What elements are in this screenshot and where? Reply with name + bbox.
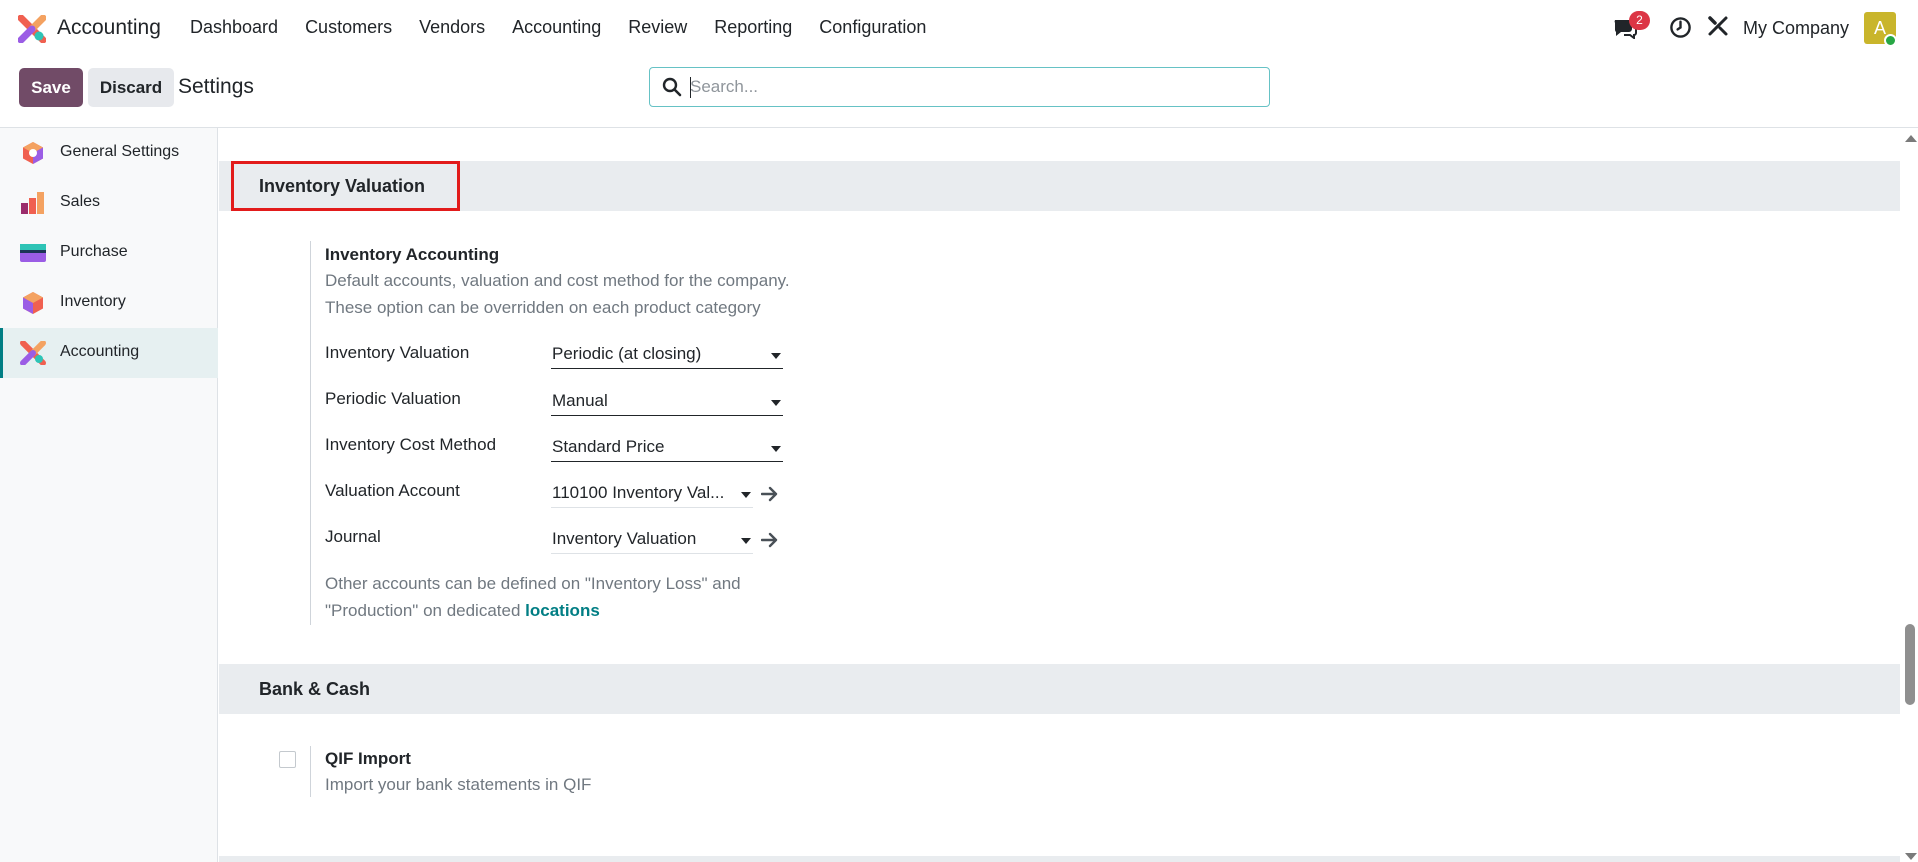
description-line: Default accounts, valuation and cost met… (325, 271, 790, 290)
clock-icon[interactable] (1669, 16, 1692, 39)
search-box[interactable] (649, 67, 1270, 107)
save-button[interactable]: Save (19, 68, 83, 107)
field-label-journal: Journal (325, 527, 381, 546)
chevron-down-icon (741, 538, 751, 544)
menu-dashboard[interactable]: Dashboard (190, 17, 278, 38)
description-line: Import your bank statements in QIF (325, 775, 592, 794)
sidebar-item-sales[interactable]: Sales (0, 178, 218, 228)
field-label-inventory-valuation: Inventory Valuation (325, 343, 470, 362)
field-label-periodic-valuation: Periodic Valuation (325, 389, 461, 408)
sidebar-item-label: Accounting (60, 343, 140, 360)
sidebar-item-inventory[interactable]: Inventory (0, 278, 218, 328)
select-value: Manual (552, 391, 608, 410)
field-label-inventory-cost-method: Inventory Cost Method (325, 435, 497, 454)
select-value: Periodic (at closing) (552, 344, 702, 363)
journal-select[interactable]: Inventory Valuation (551, 527, 753, 554)
note-line: "Production" on dedicated locations (325, 597, 741, 624)
sidebar-item-label: General Settings (60, 143, 180, 160)
internal-link-arrow-icon[interactable] (761, 532, 779, 548)
menu-customers[interactable]: Customers (305, 17, 392, 38)
chevron-down-icon (771, 446, 781, 452)
setting-divider (310, 241, 311, 625)
header-divider (0, 127, 1918, 128)
valuation-account-select[interactable]: 110100 Inventory Val... (551, 481, 753, 508)
select-value: Inventory Valuation (552, 529, 697, 548)
settings-sidebar: General Settings Sales Purchase Inventor… (0, 128, 218, 862)
setting-divider (310, 746, 311, 797)
inventory-valuation-select[interactable]: Periodic (at closing) (551, 342, 783, 369)
description-line: These option can be overridden on each p… (325, 298, 761, 317)
discard-button[interactable]: Discard (88, 68, 174, 107)
accounts-note: Other accounts can be defined on "Invent… (325, 570, 741, 624)
accounting-icon (20, 341, 46, 365)
scroll-up-arrow-icon[interactable] (1905, 135, 1917, 142)
setting-title-inventory-accounting: Inventory Accounting (325, 245, 500, 264)
section-header-bank-cash: Bank & Cash (219, 664, 1900, 714)
note-line: Other accounts can be defined on "Invent… (325, 574, 741, 593)
field-label-valuation-account: Valuation Account (325, 481, 460, 500)
app-name[interactable]: Accounting (57, 16, 161, 40)
menu-reporting[interactable]: Reporting (714, 17, 792, 38)
sidebar-item-label: Purchase (60, 243, 128, 260)
general-settings-icon (23, 142, 43, 164)
accounting-app-icon[interactable] (18, 15, 46, 43)
menu-review[interactable]: Review (628, 17, 687, 38)
main-menu: Dashboard Customers Vendors Accounting R… (190, 17, 953, 38)
sidebar-item-label: Sales (60, 193, 101, 210)
chevron-down-icon (741, 492, 751, 498)
inventory-icon (23, 292, 43, 314)
setting-title-qif-import: QIF Import (325, 749, 411, 768)
page-title: Settings (178, 75, 254, 98)
menu-configuration[interactable]: Configuration (819, 17, 926, 38)
menu-vendors[interactable]: Vendors (419, 17, 485, 38)
chevron-down-icon (771, 400, 781, 406)
internal-link-arrow-icon[interactable] (761, 486, 779, 502)
online-status-dot (1884, 34, 1897, 47)
section-header-inventory-valuation: Inventory Valuation (219, 161, 1900, 211)
highlight-box (231, 161, 460, 211)
section-title: Bank & Cash (259, 679, 371, 699)
select-value: Standard Price (552, 437, 665, 456)
chevron-down-icon (771, 353, 781, 359)
sidebar-item-label: Inventory (60, 293, 126, 310)
qif-import-checkbox[interactable] (279, 751, 296, 768)
inventory-cost-method-select[interactable]: Standard Price (551, 435, 783, 462)
locations-link[interactable]: locations (525, 601, 600, 620)
periodic-valuation-select[interactable]: Manual (551, 389, 783, 416)
purchase-icon (20, 244, 46, 262)
menu-accounting[interactable]: Accounting (512, 17, 601, 38)
setting-description: Default accounts, valuation and cost met… (325, 267, 790, 321)
note-text: "Production" on dedicated (325, 601, 526, 620)
next-section-edge (219, 856, 1900, 862)
sidebar-item-purchase[interactable]: Purchase (0, 228, 218, 278)
text-cursor (690, 77, 691, 98)
chat-badge: 2 (1629, 11, 1650, 30)
debug-tools-icon[interactable] (1707, 15, 1729, 37)
sales-icon (21, 192, 44, 214)
sidebar-item-general-settings[interactable]: General Settings (0, 128, 218, 178)
select-value: 110100 Inventory Val... (552, 483, 725, 502)
search-icon (662, 77, 682, 97)
search-input[interactable] (690, 74, 1250, 100)
sidebar-item-accounting[interactable]: Accounting (0, 328, 218, 378)
scrollbar-thumb[interactable] (1905, 624, 1915, 705)
scroll-down-arrow-icon[interactable] (1905, 853, 1917, 860)
setting-description: Import your bank statements in QIF (325, 771, 591, 798)
company-switcher[interactable]: My Company (1743, 18, 1849, 39)
